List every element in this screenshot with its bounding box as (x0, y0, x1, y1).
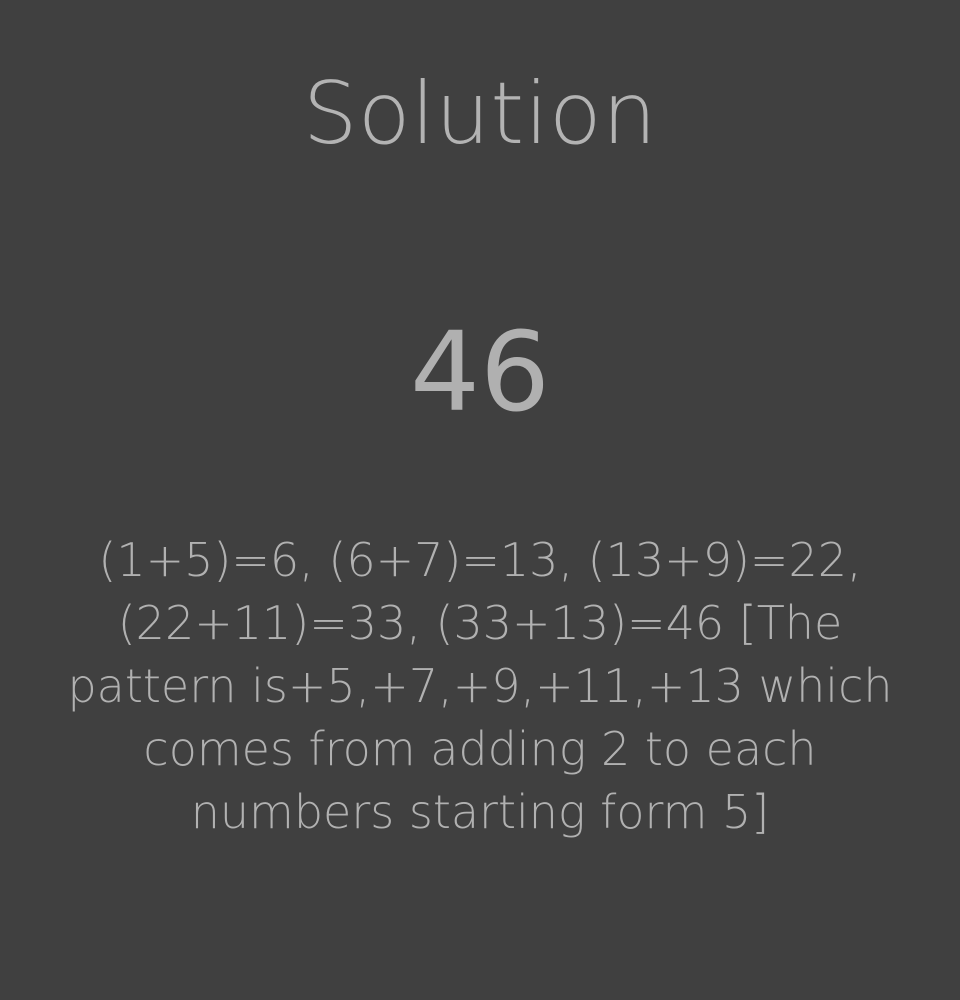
solution-answer: 46 (410, 308, 550, 436)
solution-title: Solution (302, 63, 658, 164)
solution-screen: Solution 46 (1+5)=6, (6+7)=13, (13+9)=22… (0, 0, 960, 1000)
solution-explanation: (1+5)=6, (6+7)=13, (13+9)=22, (22+11)=33… (67, 533, 893, 839)
